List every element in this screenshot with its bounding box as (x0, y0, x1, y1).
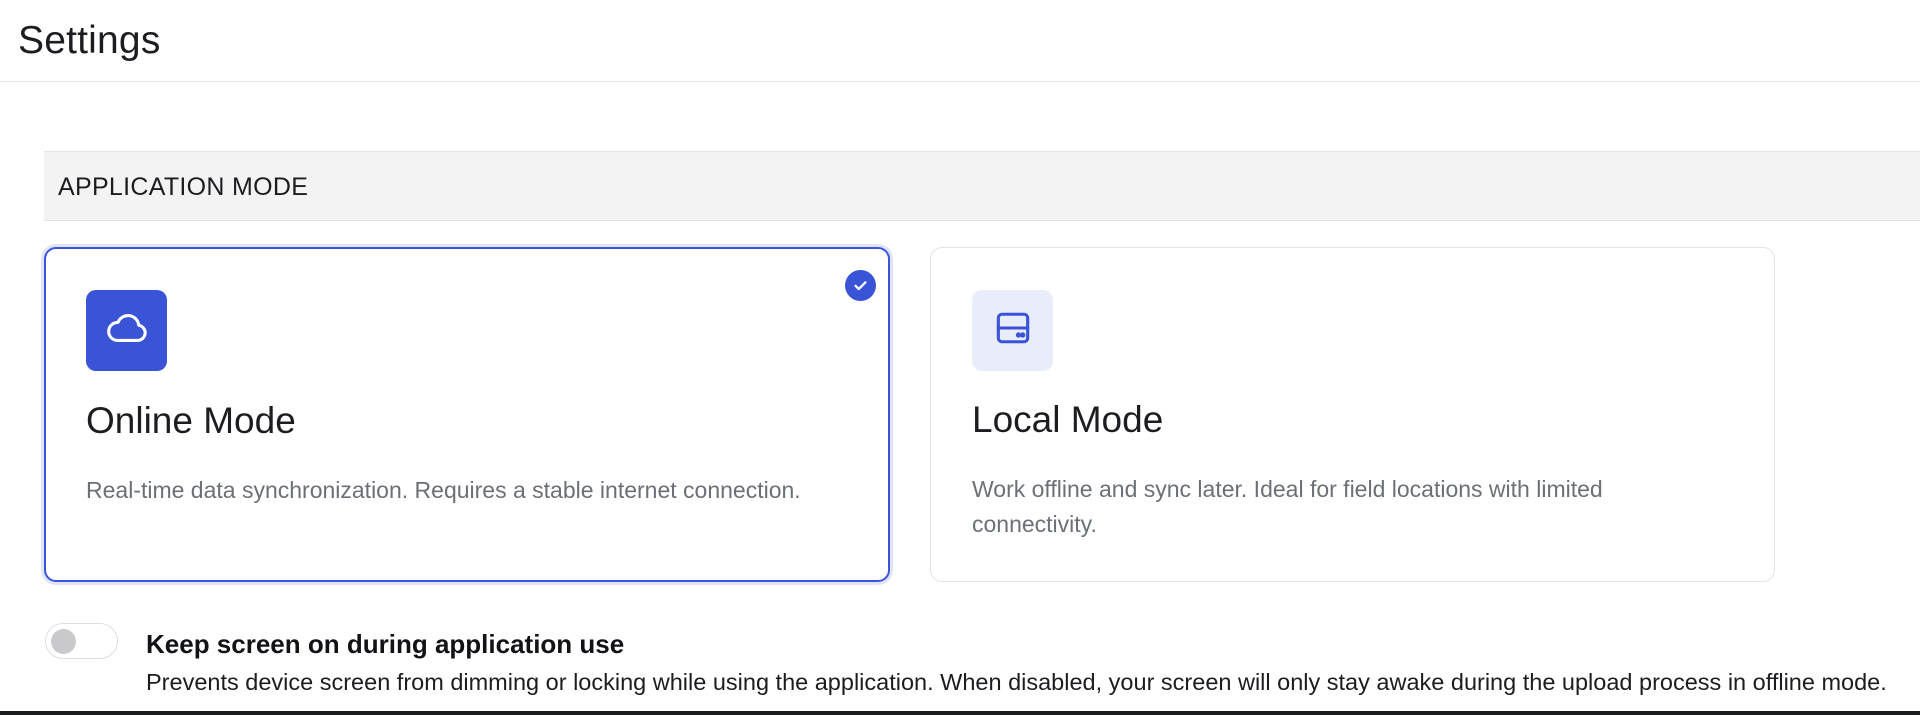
keep-screen-on-toggle[interactable] (45, 623, 118, 659)
online-mode-icon-tile (86, 290, 167, 371)
online-mode-card[interactable]: Online Mode Real-time data synchronizati… (44, 247, 890, 582)
bottom-divider (0, 711, 1920, 715)
online-mode-description: Real-time data synchronization. Requires… (86, 477, 801, 503)
keep-screen-on-label: Keep screen on during application use (146, 629, 625, 659)
hard-drive-icon (991, 306, 1035, 355)
page-header: Settings (0, 0, 1920, 82)
selected-check-icon (845, 270, 876, 301)
toggle-knob (51, 629, 76, 654)
section-title: APPLICATION MODE (58, 173, 309, 201)
online-mode-title: Online Mode (86, 400, 296, 441)
application-mode-section-header: APPLICATION MODE (44, 151, 1920, 221)
page-title: Settings (18, 19, 161, 62)
local-mode-card[interactable]: Local Mode Work offline and sync later. … (930, 247, 1775, 582)
cloud-icon (104, 305, 150, 356)
keep-screen-on-description: Prevents device screen from dimming or l… (146, 669, 1887, 695)
local-mode-title: Local Mode (972, 399, 1164, 440)
settings-page: Settings APPLICATION MODE Online Mode Re… (0, 0, 1920, 715)
local-mode-description: Work offline and sync later. Ideal for f… (972, 476, 1603, 537)
local-mode-icon-tile (972, 290, 1053, 371)
